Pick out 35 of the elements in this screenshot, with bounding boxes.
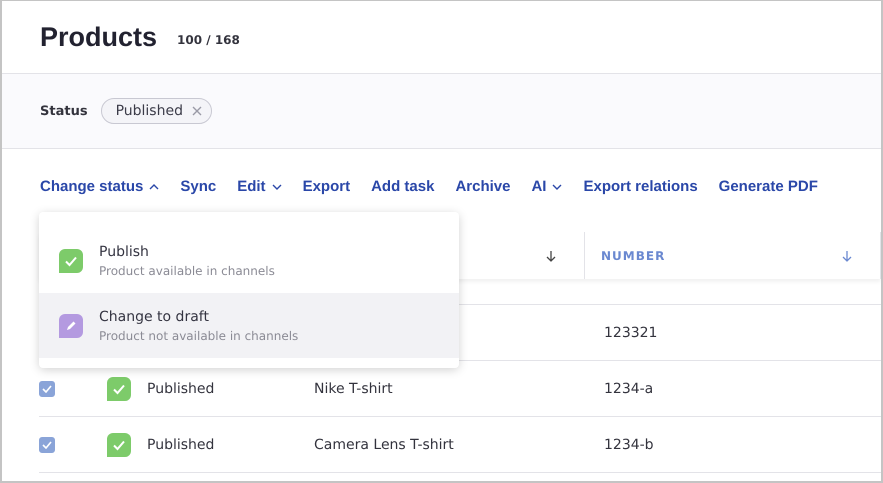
status-text: Published (147, 436, 214, 452)
close-icon[interactable] (192, 106, 202, 116)
status-text: Published (147, 380, 214, 396)
row-checkbox[interactable] (39, 380, 55, 396)
product-name: Nike T-shirt (314, 380, 393, 396)
toolbar-button[interactable]: AI (531, 178, 562, 195)
menu-item-title: Publish (99, 244, 150, 260)
product-number: 1234-a (604, 380, 654, 396)
product-number: 1234-b (604, 436, 654, 452)
product-count: 100 / 168 (177, 33, 240, 47)
menu-item-title: Change to draft (99, 308, 210, 324)
menu-item-description: Product not available in channels (99, 328, 298, 342)
toolbar-button[interactable]: Generate PDF (718, 178, 818, 195)
toolbar-button[interactable]: Export relations (583, 178, 698, 195)
check-icon (42, 384, 52, 392)
toolbar-button[interactable]: Export (302, 178, 350, 195)
toolbar-button[interactable]: Archive (455, 178, 510, 195)
caret-icon (272, 184, 282, 190)
caret-icon (149, 184, 160, 190)
filter-chip[interactable]: Published (100, 98, 212, 124)
filter-label: Status (40, 104, 88, 118)
toolbar-button[interactable]: Sync (180, 178, 216, 195)
check-icon (42, 440, 52, 448)
page-title: Products (40, 22, 158, 52)
row-checkbox[interactable] (39, 436, 55, 452)
toolbar-button[interactable]: Edit (237, 178, 282, 195)
toolbar-button[interactable]: Change status (40, 178, 160, 195)
sort-arrow-icon[interactable] (546, 250, 556, 262)
product-number: 123321 (604, 324, 658, 340)
product-name: Camera Lens T-shirt (314, 436, 454, 452)
menu-item-description: Product available in channels (99, 264, 275, 278)
menu-item[interactable]: Change to draft Product not available in channels (39, 293, 459, 358)
menu-item[interactable]: Publish Product available in channels (39, 228, 459, 293)
toolbar-button[interactable]: Add task (371, 178, 434, 195)
caret-icon (552, 184, 562, 190)
